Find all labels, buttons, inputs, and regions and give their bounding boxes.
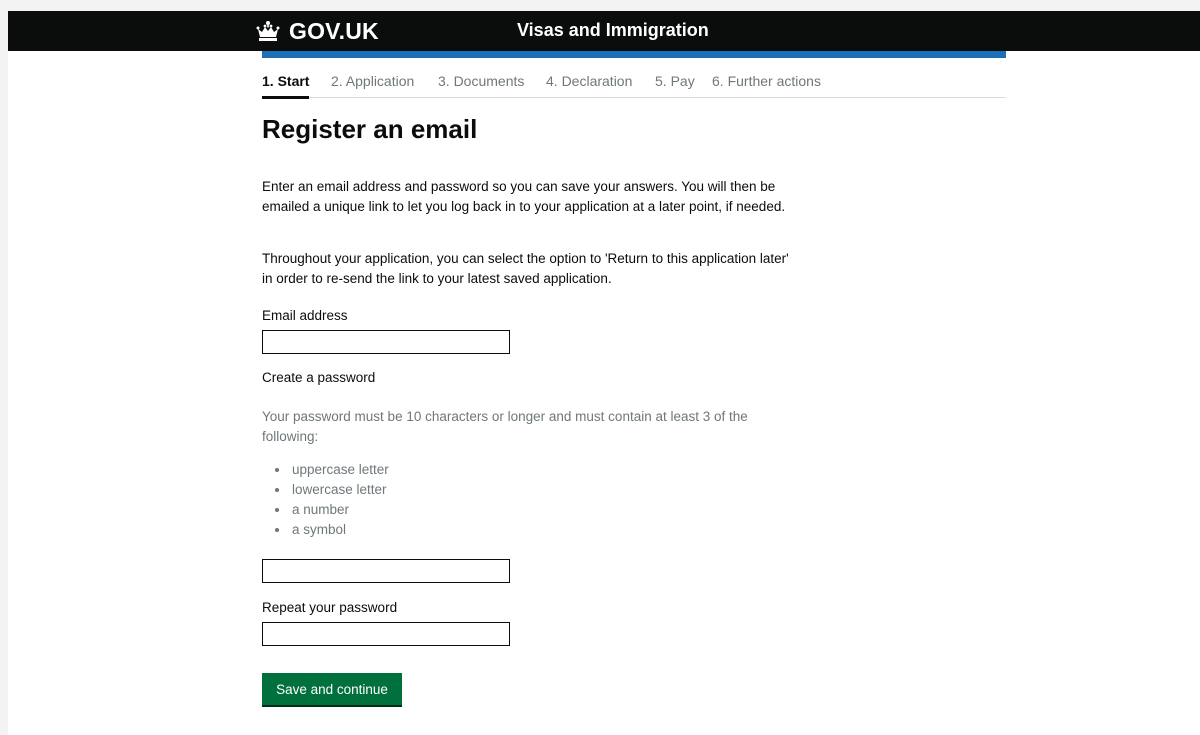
list-item: lowercase letter: [262, 480, 389, 500]
page-title: Register an email: [262, 114, 478, 144]
service-name[interactable]: Visas and Immigration: [517, 20, 709, 41]
password-field[interactable]: [262, 559, 510, 583]
return-info-text: Throughout your application, you can sel…: [262, 251, 789, 286]
govuk-header: GOV.UK Visas and Immigration: [8, 11, 1200, 51]
crown-icon: [256, 21, 280, 41]
password-requirements-list: uppercase letter lowercase letter a numb…: [262, 460, 389, 540]
page: GOV.UK Visas and Immigration 1. Start 2.…: [8, 11, 1200, 735]
header-accent-bar: [262, 51, 1006, 58]
step-pay[interactable]: 5. Pay: [655, 73, 695, 89]
password-hint: Your password must be 10 characters or l…: [262, 409, 748, 444]
govuk-logo-link[interactable]: GOV.UK: [255, 17, 379, 45]
create-password-label: Create a password: [262, 370, 376, 385]
repeat-password-field[interactable]: [262, 622, 510, 646]
email-field[interactable]: [262, 330, 510, 354]
logo-text: GOV.UK: [289, 17, 379, 44]
step-declaration[interactable]: 4. Declaration: [546, 73, 632, 89]
progress-steps: 1. Start 2. Application 3. Documents 4. …: [262, 70, 1006, 99]
repeat-password-label: Repeat your password: [262, 600, 398, 615]
list-item: a number: [262, 500, 389, 520]
step-application[interactable]: 2. Application: [331, 73, 414, 89]
intro-text: Enter an email address and password so y…: [262, 179, 786, 214]
list-item: a symbol: [262, 520, 389, 540]
step-start[interactable]: 1. Start: [262, 73, 310, 99]
save-and-continue-button[interactable]: Save and continue: [262, 673, 402, 705]
list-item: uppercase letter: [262, 460, 389, 480]
step-documents[interactable]: 3. Documents: [438, 73, 524, 89]
email-label: Email address: [262, 308, 348, 323]
step-further-actions[interactable]: 6. Further actions: [712, 73, 821, 89]
